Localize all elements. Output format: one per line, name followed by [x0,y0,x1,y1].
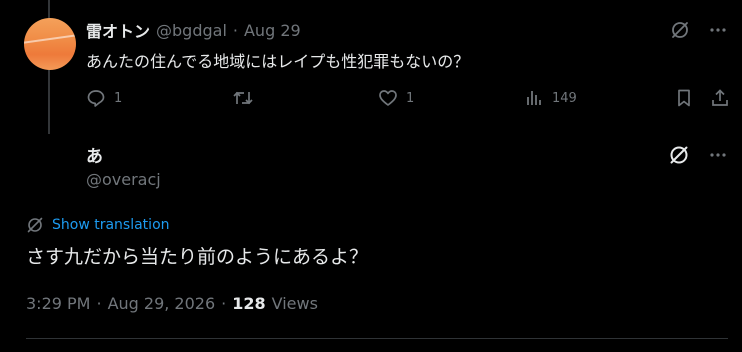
share-button[interactable] [710,88,730,108]
retweet-icon [232,88,254,108]
retweet-button[interactable] [232,88,262,108]
translate-icon [26,216,44,234]
like-button[interactable]: 1 [378,88,414,108]
reply-icon [86,88,106,108]
main-display-name[interactable]: あ [86,142,103,167]
more-icon[interactable] [708,20,728,40]
avatar[interactable] [24,18,76,70]
bookmark-icon [674,88,694,108]
separator-dot: · [96,294,102,313]
reply-handle[interactable]: @bgdgal [156,21,227,40]
translation-row[interactable]: Show translation [26,216,170,234]
grok-slash-icon[interactable] [668,144,690,166]
share-icon [710,88,730,108]
reply-top-icons [670,20,728,40]
separator-dot: · [221,294,227,313]
tweet-date[interactable]: Aug 29, 2026 [108,294,216,313]
bookmark-button[interactable] [674,88,694,108]
reply-count: 1 [114,90,123,106]
tweet-time[interactable]: 3:29 PM [26,294,90,313]
reply-author-row: 雷オトン @bgdgal · Aug 29 [86,18,301,42]
like-icon [378,88,398,108]
main-handle[interactable]: @overacj [86,170,161,189]
tweet-views-count: 128 [232,294,266,313]
grok-slash-icon[interactable] [670,20,690,40]
views-button[interactable]: 149 [524,88,577,108]
reply-display-name[interactable]: 雷オトン [86,18,150,42]
reply-date[interactable]: Aug 29 [244,21,301,40]
reply-button[interactable]: 1 [86,88,122,108]
main-tweet-text: さす九だから当たり前のようにあるよ？ [26,246,369,268]
tweet-views-label: Views [271,294,318,313]
views-icon [524,88,544,108]
main-top-icons [668,144,728,166]
divider [26,338,728,339]
show-translation-link[interactable]: Show translation [52,217,170,233]
views-count: 149 [552,90,577,106]
main-tweet-meta: 3:29 PM · Aug 29, 2026 · 128 Views [26,294,318,313]
reply-action-bar: 1 1 149 [86,88,734,112]
separator-dot: · [232,20,238,40]
more-icon[interactable] [708,145,728,165]
reply-text: あんたの住んでる地域にはレイプも性犯罪もないの？ [86,52,470,71]
like-count: 1 [406,90,415,106]
